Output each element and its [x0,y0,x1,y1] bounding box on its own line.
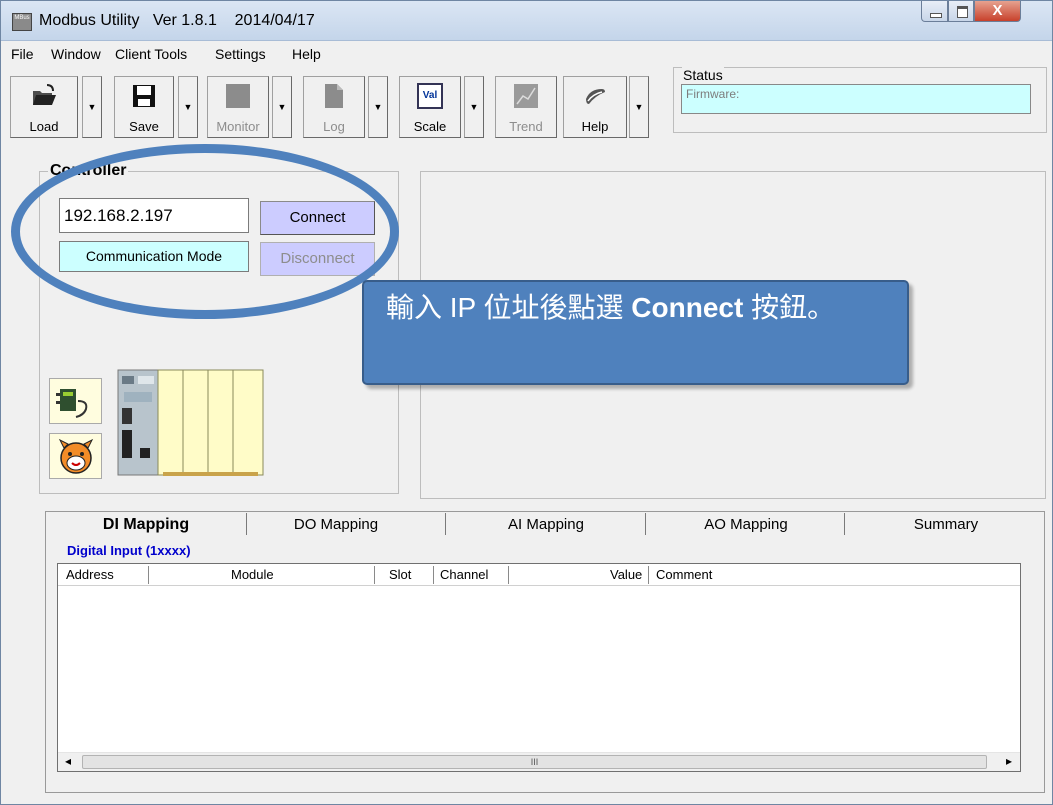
col-value[interactable]: Value [610,567,642,582]
column-divider[interactable] [433,566,434,584]
window-title: Modbus Utility Ver 1.8.1 2014/04/17 [39,12,315,29]
save-label: Save [129,119,159,134]
trend-button[interactable]: Trend [495,76,557,138]
trend-label: Trend [509,119,543,134]
menu-client-tools[interactable]: Client Tools [115,46,187,62]
menu-settings[interactable]: Settings [215,46,266,62]
help-button[interactable]: Help [563,76,627,138]
scale-icon: Val [417,83,443,109]
document-icon [325,84,343,108]
tab-separator [246,513,247,535]
tab-ao-mapping[interactable]: AO Mapping [671,513,821,538]
monitor-dropdown-arrow[interactable]: ▼ [272,76,292,138]
tab-separator [844,513,845,535]
tab-summary[interactable]: Summary [871,513,1021,538]
col-module[interactable]: Module [231,567,274,582]
title-bar: MBus Modbus Utility Ver 1.8.1 2014/04/17… [1,1,1052,41]
section-label: Digital Input (1xxxx) [67,543,191,558]
log-button[interactable]: Log [303,76,365,138]
tab-separator [645,513,646,535]
menu-help[interactable]: Help [292,46,321,62]
menu-bar: File Window Client Tools Settings Help [1,41,1052,67]
col-channel[interactable]: Channel [440,567,488,582]
help-label: Help [581,119,609,134]
column-divider[interactable] [648,566,649,584]
firmware-field: Firmware: [681,84,1031,114]
column-divider[interactable] [374,566,375,584]
module-connect-icon [56,389,88,418]
monitor-label: Monitor [216,119,260,134]
load-label: Load [29,119,59,134]
scale-dropdown-arrow[interactable]: ▼ [464,76,484,138]
minimize-button[interactable] [921,1,948,22]
monitor-button[interactable]: Monitor [207,76,269,138]
scale-label: Scale [413,119,447,134]
tab-di-mapping[interactable]: DI Mapping [71,513,221,538]
load-button[interactable]: Load [10,76,78,138]
highlight-ellipse [11,144,399,319]
open-folder-icon [33,84,56,105]
close-button[interactable]: X [974,1,1021,22]
floppy-disk-icon [133,85,155,107]
list-header: Address Module Slot Channel Value Commen… [58,564,1020,586]
device-link-icon[interactable] [49,378,102,424]
status-group: Status Firmware: [673,67,1047,133]
mascot-icon[interactable] [49,433,102,479]
scale-button[interactable]: Val Scale [399,76,461,138]
trend-chart-icon [514,84,538,108]
callout-text-suffix: 按鈕。 [743,292,836,323]
monitor-icon [226,84,250,108]
col-slot[interactable]: Slot [389,567,411,582]
app-icon: MBus [12,13,32,31]
scroll-left-arrow-icon[interactable]: ◂ [65,754,71,768]
tab-do-mapping[interactable]: DO Mapping [261,513,411,538]
scroll-right-arrow-icon[interactable]: ▸ [1006,754,1012,768]
log-label: Log [323,119,345,134]
scroll-help-icon [586,89,605,104]
menu-file[interactable]: File [11,46,34,62]
tab-separator [445,513,446,535]
tiger-mascot-icon [58,438,94,474]
save-button[interactable]: Save [114,76,174,138]
tab-ai-mapping[interactable]: AI Mapping [471,513,621,538]
column-divider[interactable] [508,566,509,584]
col-comment[interactable]: Comment [656,567,712,582]
maximize-button[interactable] [948,1,974,22]
help-dropdown-arrow[interactable]: ▼ [629,76,649,138]
log-dropdown-arrow[interactable]: ▼ [368,76,388,138]
horizontal-scrollbar[interactable]: ◂ III ▸ [58,752,1020,771]
scroll-thumb[interactable]: III [82,755,987,769]
col-address[interactable]: Address [66,567,114,582]
app-window: MBus Modbus Utility Ver 1.8.1 2014/04/17… [0,0,1053,805]
instruction-callout: 輸入 IP 位址後點選 Connect 按鈕。 [362,280,909,385]
status-label: Status [682,67,724,83]
callout-text-prefix: 輸入 IP 位址後點選 [386,292,632,323]
column-divider[interactable] [148,566,149,584]
save-dropdown-arrow[interactable]: ▼ [178,76,198,138]
callout-text-bold: Connect [631,292,744,323]
load-dropdown-arrow[interactable]: ▼ [82,76,102,138]
mapping-list[interactable]: Address Module Slot Channel Value Commen… [57,563,1021,772]
menu-window[interactable]: Window [51,46,101,62]
plc-controller-image [117,369,264,476]
